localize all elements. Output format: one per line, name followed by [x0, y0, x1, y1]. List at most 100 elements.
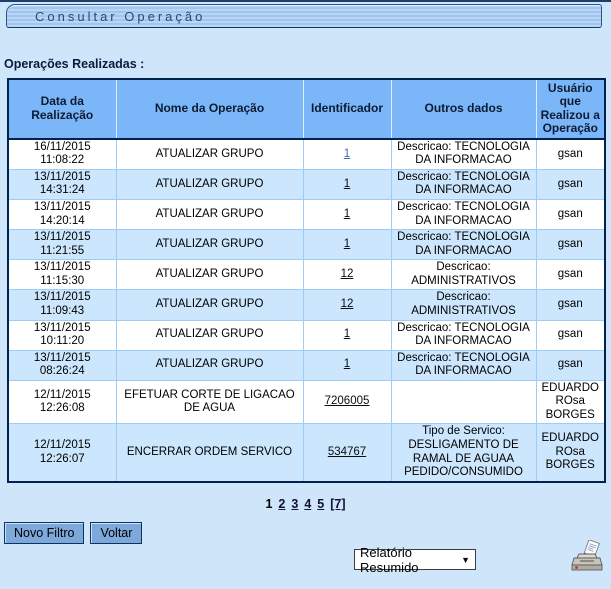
operations-table-body: 16/11/201511:08:22ATUALIZAR GRUPO1Descri… [8, 139, 605, 482]
pagination-current-page: 1 [265, 497, 272, 511]
table-row: 13/11/201511:15:30ATUALIZAR GRUPO 12 Descr… [8, 260, 605, 290]
cell-date: 13/11/201514:31:24 [8, 169, 116, 199]
cell-date: 13/11/201511:09:43 [8, 290, 116, 320]
cell-user: gsan [536, 139, 605, 170]
cell-other-data: Tipo de Servico: DESLIGAMENTO DE RAMAL D… [391, 424, 536, 482]
identifier-link[interactable]: 7206005 [325, 395, 370, 407]
table-row: 16/11/201511:08:22ATUALIZAR GRUPO1Descri… [8, 139, 605, 170]
cell-user: EDUARDO ROsa BORGES [536, 424, 605, 482]
date-value: 13/11/2015 [12, 352, 113, 366]
cell-date: 13/11/201511:21:55 [8, 230, 116, 260]
page-title: Consultar Operação [35, 9, 205, 24]
identifier-link[interactable]: 1 [344, 148, 350, 160]
cell-date: 16/11/201511:08:22 [8, 139, 116, 170]
pagination: 12345 [7] [0, 497, 611, 511]
page-top-border [0, 0, 611, 2]
cell-other-data: Descricao: TECNOLOGIA DA INFORMACAO [391, 350, 536, 380]
cell-operation-name: ATUALIZAR GRUPO [116, 200, 303, 230]
table-row: 13/11/201511:09:43ATUALIZAR GRUPO 12 Descr… [8, 290, 605, 320]
table-row: 12/11/201512:26:07ENCERRAR ORDEM SERVICO… [8, 424, 605, 482]
report-type-selected-value: Relatório Resumido [360, 545, 455, 575]
cell-identifier: 1 [303, 169, 391, 199]
dropdown-arrow-icon: ▼ [461, 555, 470, 565]
pagination-last-page-link[interactable]: [7] [330, 497, 345, 511]
novo-filtro-button[interactable]: Novo Filtro [4, 522, 84, 544]
table-row: 13/11/201510:11:20ATUALIZAR GRUPO 1 Descri… [8, 320, 605, 350]
consultar-operacao-page: Consultar Operação Operações Realizadas … [0, 0, 611, 589]
date-value: 13/11/2015 [12, 322, 113, 336]
page-title-bar: Consultar Operação [6, 4, 602, 28]
operations-table: Data da Realização Nome da Operação Iden… [7, 78, 606, 483]
cell-user: gsan [536, 230, 605, 260]
cell-date: 13/11/201510:11:20 [8, 320, 116, 350]
section-label-operacoes-realizadas: Operações Realizadas : [4, 57, 144, 71]
cell-date: 12/11/201512:26:08 [8, 380, 116, 424]
cell-other-data: Descricao: TECNOLOGIA DA INFORMACAO [391, 230, 536, 260]
cell-operation-name: ATUALIZAR GRUPO [116, 320, 303, 350]
pagination-page-link[interactable]: 5 [317, 497, 324, 511]
cell-user: gsan [536, 200, 605, 230]
cell-date: 13/11/201511:15:30 [8, 260, 116, 290]
cell-user: gsan [536, 350, 605, 380]
time-value: 11:15:30 [12, 275, 113, 289]
identifier-link[interactable]: 1 [344, 178, 350, 190]
cell-identifier: 7206005 [303, 380, 391, 424]
cell-date: 12/11/201512:26:07 [8, 424, 116, 482]
table-row: 12/11/201512:26:08EFETUAR CORTE DE LIGAC… [8, 380, 605, 424]
voltar-button[interactable]: Voltar [90, 522, 142, 544]
cell-other-data: Descricao: ADMINISTRATIVOS [391, 290, 536, 320]
cell-identifier: 1 [303, 350, 391, 380]
table-row: 13/11/201508:26:24ATUALIZAR GRUPO 1 Descri… [8, 350, 605, 380]
cell-other-data: Descricao: TECNOLOGIA DA INFORMACAO [391, 200, 536, 230]
pagination-page-link[interactable]: 4 [304, 497, 311, 511]
cell-user: gsan [536, 290, 605, 320]
date-value: 13/11/2015 [12, 261, 113, 275]
identifier-link[interactable]: 534767 [328, 446, 366, 458]
bottom-buttons: Novo Filtro Voltar [4, 522, 142, 544]
time-value: 14:20:14 [12, 215, 113, 229]
identifier-link[interactable]: 1 [344, 328, 350, 340]
cell-identifier: 1 [303, 200, 391, 230]
cell-other-data [391, 380, 536, 424]
time-value: 12:26:07 [12, 453, 113, 467]
time-value: 10:11:20 [12, 335, 113, 349]
cell-identifier: 1 [303, 139, 391, 170]
identifier-link[interactable]: 1 [344, 238, 350, 250]
time-value: 12:26:08 [12, 402, 113, 416]
cell-operation-name: EFETUAR CORTE DE LIGACAO DE AGUA [116, 380, 303, 424]
identifier-link[interactable]: 12 [341, 298, 354, 310]
cell-other-data: Descricao: ADMINISTRATIVOS [391, 260, 536, 290]
time-value: 14:31:24 [12, 184, 113, 198]
cell-operation-name: ATUALIZAR GRUPO [116, 350, 303, 380]
cell-user: gsan [536, 169, 605, 199]
cell-operation-name: ATUALIZAR GRUPO [116, 230, 303, 260]
cell-other-data: Descricao: TECNOLOGIA DA INFORMACAO [391, 139, 536, 170]
cell-identifier: 534767 [303, 424, 391, 482]
header-usuario: Usuário que Realizou a Operação [536, 79, 605, 139]
report-type-select[interactable]: Relatório Resumido ▼ [354, 549, 476, 570]
date-value: 13/11/2015 [12, 291, 113, 305]
time-value: 08:26:24 [12, 365, 113, 379]
table-row: 13/11/201514:20:14ATUALIZAR GRUPO1Descri… [8, 200, 605, 230]
time-value: 11:08:22 [12, 154, 113, 168]
cell-identifier: 12 [303, 290, 391, 320]
header-nome-da-operacao: Nome da Operação [116, 79, 303, 139]
time-value: 11:21:55 [12, 245, 113, 259]
identifier-link[interactable]: 12 [341, 268, 354, 280]
cell-identifier: 1 [303, 230, 391, 260]
operations-table-header: Data da Realização Nome da Operação Iden… [8, 79, 605, 139]
date-value: 13/11/2015 [12, 231, 113, 245]
cell-other-data: Descricao: TECNOLOGIA DA INFORMACAO [391, 320, 536, 350]
header-outros-dados: Outros dados [391, 79, 536, 139]
print-button[interactable] [571, 540, 603, 574]
identifier-link[interactable]: 1 [344, 208, 350, 220]
cell-operation-name: ATUALIZAR GRUPO [116, 290, 303, 320]
pagination-page-link[interactable]: 2 [278, 497, 285, 511]
identifier-link[interactable]: 1 [344, 358, 350, 370]
cell-operation-name: ATUALIZAR GRUPO [116, 260, 303, 290]
table-row: 13/11/201514:31:24ATUALIZAR GRUPO1Descri… [8, 169, 605, 199]
date-value: 12/11/2015 [12, 389, 113, 403]
pagination-page-link[interactable]: 3 [291, 497, 298, 511]
time-value: 11:09:43 [12, 305, 113, 319]
header-data-da-realizacao: Data da Realização [8, 79, 116, 139]
